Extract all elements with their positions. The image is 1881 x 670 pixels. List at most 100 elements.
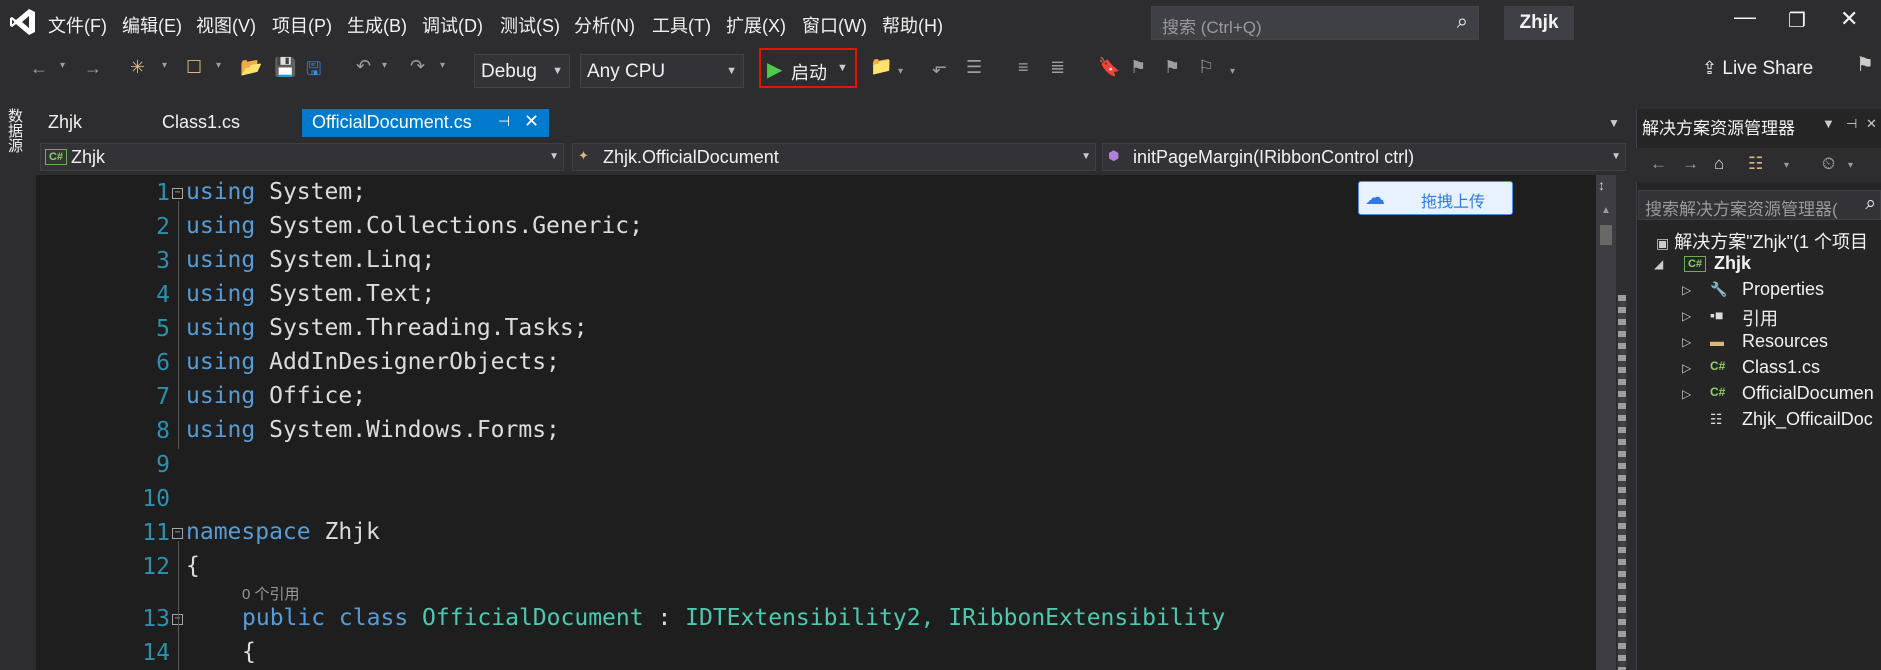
solution-node[interactable]: ▣ 解决方案"Zhjk"(1 个项目 <box>1656 228 1868 254</box>
tree-item-resources[interactable]: Resources <box>1742 331 1828 352</box>
project-name-badge[interactable]: Zhjk <box>1504 6 1574 40</box>
auto-hide-pin-icon[interactable]: ⊣ <box>1846 116 1857 132</box>
undo-dropdown-icon[interactable]: ▾ <box>382 60 387 71</box>
step-over-icon[interactable]: ⬐ <box>932 57 947 78</box>
browser-link-icon[interactable]: 📁 <box>870 56 892 77</box>
global-search-input[interactable]: 搜索 (Ctrl+Q) ⌕ <box>1151 6 1479 40</box>
forward-icon[interactable]: → <box>84 58 102 79</box>
solution-view-icon[interactable]: ☰ <box>966 57 982 78</box>
menu-view[interactable]: 视图(V) <box>196 12 256 38</box>
drag-upload-button[interactable]: ☁ 拖拽上传 <box>1358 181 1513 215</box>
redo-dropdown-icon[interactable]: ▾ <box>440 60 445 71</box>
pending-changes-icon[interactable]: ⏲ <box>1822 154 1835 174</box>
tree-item-properties[interactable]: Properties <box>1742 279 1824 300</box>
restore-icon[interactable]: ❐ <box>1788 8 1806 33</box>
home-icon[interactable]: ⌂ <box>1714 154 1724 174</box>
configuration-value: Debug <box>481 61 537 82</box>
save-all-icon[interactable]: 🖫 <box>306 57 321 87</box>
scrollbar-thumb[interactable] <box>1600 225 1612 245</box>
clear-bookmarks-icon[interactable]: ⚐ <box>1198 57 1214 78</box>
collapsed-arrow-icon[interactable]: ▷ <box>1682 283 1691 297</box>
menu-test[interactable]: 测试(S) <box>500 12 560 38</box>
datasource-side-tab[interactable]: 数据源 <box>4 108 25 153</box>
toolbar-overflow-icon-2[interactable]: ▾ <box>1230 66 1235 77</box>
tree-item-references[interactable]: 引用 <box>1742 305 1778 331</box>
scroll-up-icon[interactable]: ▲ <box>1601 205 1611 216</box>
bookmark-icon[interactable]: 🔖 <box>1098 57 1120 78</box>
csharp-project-icon: C# <box>1684 256 1706 272</box>
tab-officialdocument-cs[interactable]: OfficialDocument.cs ⊣ ✕ <box>302 109 549 137</box>
solution-search-input[interactable]: 搜索解决方案资源管理器( ⌕ <box>1638 190 1881 220</box>
back-icon[interactable]: ← <box>1650 154 1667 174</box>
code-editor[interactable]: 1 2 3 4 5 6 7 8 9 10 11 12 13 14 − − − u… <box>36 175 1596 670</box>
collapse-icon[interactable]: − <box>172 188 183 199</box>
collapsed-arrow-icon[interactable]: ▷ <box>1682 309 1691 323</box>
editor-vertical-scrollbar[interactable]: ↕ ▲ <box>1596 175 1616 670</box>
menu-analyze[interactable]: 分析(N) <box>574 12 635 38</box>
save-icon[interactable]: 💾 <box>274 57 296 78</box>
menu-debug[interactable]: 调试(D) <box>422 12 483 38</box>
switch-views-icon[interactable]: ☷ <box>1748 154 1763 174</box>
pending-changes-dropdown-icon[interactable]: ▾ <box>1848 160 1853 171</box>
line-number: 7 <box>156 384 170 410</box>
share-icon: ⇪ <box>1702 58 1718 78</box>
open-file-icon[interactable]: 📂 <box>240 57 262 78</box>
comment-lines-icon[interactable]: ≡ <box>1018 57 1029 78</box>
tree-item-pfx-key[interactable]: Zhjk_OfficailDoc <box>1742 409 1873 430</box>
tree-item-officialdocument[interactable]: OfficialDocumen <box>1742 383 1874 404</box>
new-project-dropdown-icon[interactable]: ▾ <box>162 60 167 71</box>
menu-window[interactable]: 窗口(W) <box>802 12 867 38</box>
new-project-icon[interactable]: ✳ <box>130 57 145 78</box>
menu-file[interactable]: 文件(F) <box>48 12 107 38</box>
tab-list-dropdown-icon[interactable]: ▼ <box>1608 116 1620 130</box>
next-bookmark-icon[interactable]: ⚑ <box>1164 57 1180 78</box>
project-node[interactable]: Zhjk <box>1714 253 1751 274</box>
visual-studio-logo-icon[interactable] <box>10 8 36 43</box>
panel-close-icon[interactable]: ✕ <box>1866 116 1877 132</box>
solution-platform-select[interactable]: Any CPU ▼ <box>580 54 744 88</box>
uncomment-lines-icon[interactable]: ≣ <box>1050 57 1065 78</box>
collapse-icon[interactable]: − <box>172 528 183 539</box>
collapsed-arrow-icon[interactable]: ▷ <box>1682 335 1691 349</box>
redo-icon[interactable]: ↷ <box>410 56 425 77</box>
collapsed-arrow-icon[interactable]: ▷ <box>1682 361 1691 375</box>
split-editor-icon[interactable]: ↕ <box>1598 177 1605 193</box>
pin-icon[interactable]: ⊣ <box>498 113 510 130</box>
line-number: 13 <box>142 606 170 632</box>
folder-icon: ▬ <box>1710 333 1724 349</box>
class-nav-select[interactable]: ✦ Zhjk.OfficialDocument ▼ <box>572 143 1096 171</box>
menu-build[interactable]: 生成(B) <box>347 12 407 38</box>
back-icon[interactable]: ← <box>30 58 48 79</box>
add-item-dropdown-icon[interactable]: ▾ <box>216 60 221 71</box>
line-number: 1 <box>156 180 170 206</box>
project-nav-select[interactable]: C# Zhjk ▼ <box>40 143 564 171</box>
tab-zhjk[interactable]: Zhjk <box>38 109 92 137</box>
undo-icon[interactable]: ↶ <box>356 56 371 77</box>
switch-views-dropdown-icon[interactable]: ▾ <box>1784 160 1789 171</box>
add-item-icon[interactable]: ☐ <box>186 57 202 78</box>
menu-tools[interactable]: 工具(T) <box>652 12 711 38</box>
back-dropdown-icon[interactable]: ▾ <box>60 60 65 71</box>
member-nav-select[interactable]: ⬢ initPageMargin(IRibbonControl ctrl) ▼ <box>1102 143 1626 171</box>
minimize-icon[interactable]: — <box>1734 4 1756 30</box>
codelens-references[interactable]: 0 个引用 <box>242 583 300 604</box>
solution-configuration-select[interactable]: Debug ▼ <box>474 54 570 88</box>
menu-project[interactable]: 项目(P) <box>272 12 332 38</box>
start-debugging-button[interactable]: ▶ 启动 ▼ <box>759 48 857 88</box>
close-tab-icon[interactable]: ✕ <box>524 111 539 132</box>
expanded-arrow-icon[interactable]: ◢ <box>1654 257 1663 271</box>
csharp-file-icon: C# <box>1710 359 1726 373</box>
live-share-button[interactable]: ⇪ Live Share <box>1702 58 1813 80</box>
menu-help[interactable]: 帮助(H) <box>882 12 943 38</box>
toolbar-overflow-icon[interactable]: ▾ <box>898 66 903 77</box>
close-icon[interactable]: ✕ <box>1840 6 1858 32</box>
collapsed-arrow-icon[interactable]: ▷ <box>1682 387 1691 401</box>
forward-icon[interactable]: → <box>1682 154 1699 174</box>
panel-options-icon[interactable]: ▼ <box>1822 116 1835 131</box>
menu-edit[interactable]: 编辑(E) <box>122 12 182 38</box>
tree-item-class1[interactable]: Class1.cs <box>1742 357 1820 378</box>
prev-bookmark-icon[interactable]: ⚑ <box>1130 57 1146 78</box>
menu-extensions[interactable]: 扩展(X) <box>726 12 786 38</box>
feedback-icon[interactable]: ⚑ <box>1856 52 1874 77</box>
tab-class1-cs[interactable]: Class1.cs <box>152 109 250 137</box>
